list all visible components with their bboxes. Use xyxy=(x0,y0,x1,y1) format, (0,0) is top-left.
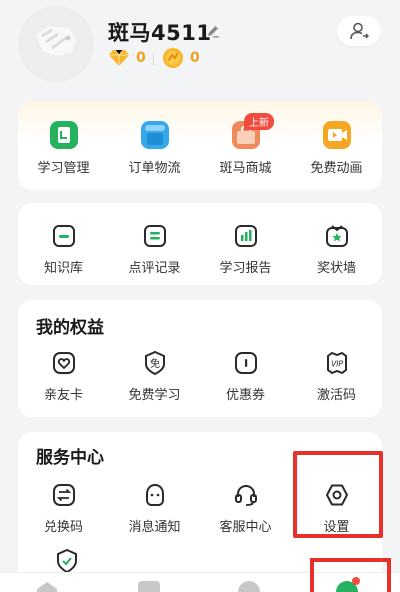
user-switch-icon xyxy=(350,22,369,40)
study-report-icon xyxy=(234,225,257,247)
free-animation-icon xyxy=(322,121,351,149)
tab-highlight-box xyxy=(310,558,391,592)
shield-check-icon[interactable] xyxy=(54,548,80,574)
review-records-icon xyxy=(143,225,166,247)
menu-free-animation[interactable]: 免费动画 xyxy=(291,121,382,176)
notification-icon xyxy=(145,483,164,506)
coin-count: 0 xyxy=(190,50,200,66)
settings-highlight-box xyxy=(293,451,383,538)
benefits-card: 我的权益 亲友卡 免 免费学习 优惠券 VIP 激活码 xyxy=(18,300,382,417)
headset-icon xyxy=(234,484,257,506)
username: 斑马4511 xyxy=(108,21,212,45)
menu-activation-code[interactable]: VIP 激活码 xyxy=(291,350,382,403)
menu-label: 优惠券 xyxy=(225,388,265,403)
menu-label: 奖状墙 xyxy=(316,261,356,276)
menu-study-report[interactable]: 学习报告 xyxy=(200,223,291,276)
menu-label: 斑马商城 xyxy=(219,161,272,176)
profile-header: 斑马4511 0 0 xyxy=(0,0,400,100)
menu-study-manage[interactable]: 学习管理 xyxy=(18,121,109,176)
menu-coupon[interactable]: 优惠券 xyxy=(200,350,291,403)
menu-label: 激活码 xyxy=(316,388,356,403)
tools-card: 知识库 点评记录 学习报告 奖状墙 xyxy=(18,203,382,285)
new-badge: 上新 xyxy=(244,113,274,130)
edit-icon[interactable] xyxy=(206,24,220,38)
book-icon[interactable] xyxy=(138,581,160,592)
avatar[interactable] xyxy=(18,6,94,82)
certificate-wall-icon xyxy=(325,225,348,247)
menu-label: 消息通知 xyxy=(128,520,181,535)
svg-text:免: 免 xyxy=(150,357,160,370)
menu-certificate-wall[interactable]: 奖状墙 xyxy=(291,223,382,276)
menu-knowledge-base[interactable]: 知识库 xyxy=(18,223,109,276)
compass-icon[interactable] xyxy=(238,581,260,592)
coupon-icon xyxy=(234,352,257,374)
stat-divider xyxy=(153,53,154,65)
menu-friend-card[interactable]: 亲友卡 xyxy=(18,350,109,403)
menu-notifications[interactable]: 消息通知 xyxy=(109,482,200,535)
service-title: 服务中心 xyxy=(36,448,104,468)
menu-customer-service[interactable]: 客服中心 xyxy=(200,482,291,535)
menu-label: 免费学习 xyxy=(128,388,181,403)
menu-order-logistics[interactable]: 订单物流 xyxy=(109,121,200,176)
vip-activation-icon: VIP xyxy=(326,351,347,375)
menu-label: 客服中心 xyxy=(219,520,272,535)
study-manage-icon xyxy=(49,121,78,149)
switch-account-button[interactable] xyxy=(337,16,381,46)
coin-icon xyxy=(163,48,183,68)
free-study-icon: 免 xyxy=(144,350,165,376)
exchange-icon xyxy=(52,484,75,506)
coin-stat[interactable]: 0 xyxy=(162,48,200,68)
menu-label: 点评记录 xyxy=(128,261,181,276)
order-logistics-icon xyxy=(140,121,169,149)
menu-free-study[interactable]: 免 免费学习 xyxy=(109,350,200,403)
benefits-title: 我的权益 xyxy=(36,318,104,338)
friend-card-icon xyxy=(52,352,75,374)
diamond-icon xyxy=(109,49,129,66)
svg-text:VIP: VIP xyxy=(331,360,343,369)
menu-exchange-code[interactable]: 兑换码 xyxy=(18,482,109,535)
menu-label: 订单物流 xyxy=(128,161,181,176)
diamond-stat[interactable]: 0 xyxy=(108,48,146,68)
knowledge-base-icon xyxy=(52,225,75,247)
menu-zebra-mall[interactable]: 上新 斑马商城 xyxy=(200,113,291,176)
quick-menu-card: 学习管理 订单物流 上新 斑马商城 免费动画 xyxy=(18,101,382,190)
menu-label: 亲友卡 xyxy=(43,388,83,403)
menu-review-records[interactable]: 点评记录 xyxy=(109,223,200,276)
menu-label: 学习报告 xyxy=(219,261,272,276)
home-icon[interactable] xyxy=(36,581,58,592)
menu-label: 兑换码 xyxy=(43,520,83,535)
menu-label: 学习管理 xyxy=(37,161,90,176)
diamond-count: 0 xyxy=(136,50,146,66)
menu-label: 知识库 xyxy=(43,261,83,276)
menu-label: 免费动画 xyxy=(310,161,363,176)
